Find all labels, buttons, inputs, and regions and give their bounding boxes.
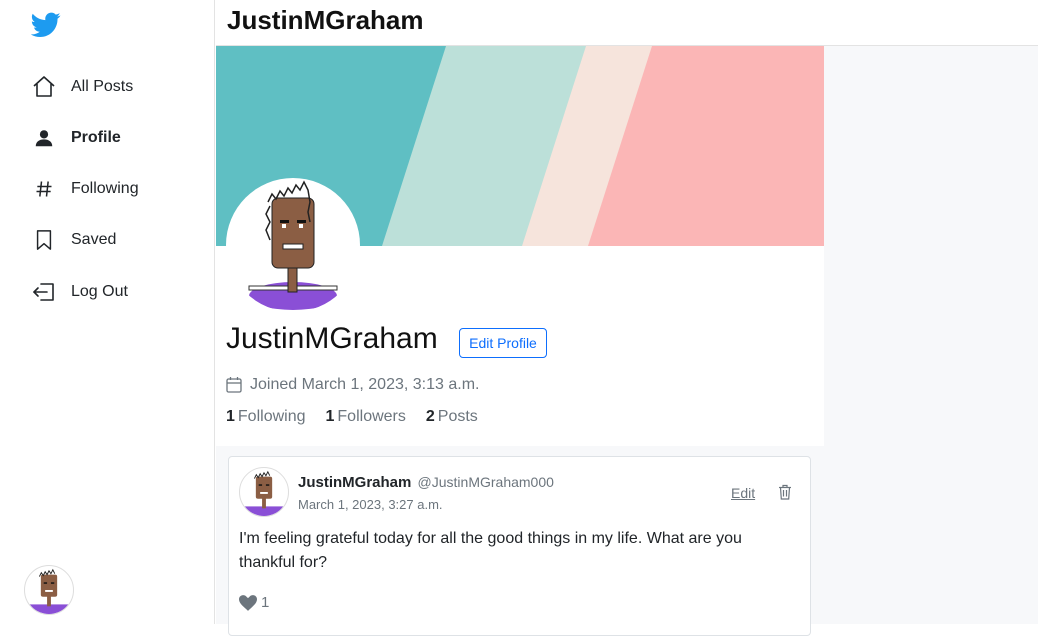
heart-icon bbox=[239, 594, 257, 611]
post-timestamp: March 1, 2023, 3:27 a.m. bbox=[298, 497, 443, 512]
sidebar-item-log-out[interactable]: Log Out bbox=[32, 277, 128, 307]
sidebar-item-label: Following bbox=[71, 180, 139, 197]
twitter-bird-icon[interactable] bbox=[31, 12, 61, 38]
sidebar-item-label: Log Out bbox=[71, 283, 128, 300]
followers-label: Followers bbox=[337, 408, 406, 425]
bookmark-icon bbox=[32, 228, 56, 252]
sidebar-item-all-posts[interactable]: All Posts bbox=[32, 72, 133, 102]
joined-text: Joined March 1, 2023, 3:13 a.m. bbox=[250, 376, 480, 393]
edit-profile-button[interactable]: Edit Profile bbox=[459, 328, 547, 358]
profile-avatar bbox=[226, 178, 360, 312]
followers-count: 1 bbox=[325, 408, 335, 425]
following-count: 1 bbox=[226, 408, 235, 425]
posts-count-link[interactable]: 2 Posts bbox=[426, 408, 478, 426]
post-author-handle: @JustinMGraham000 bbox=[417, 474, 554, 490]
post-body: I'm feeling grateful today for all the g… bbox=[239, 530, 742, 571]
following-count-link[interactable]: 1 Following bbox=[226, 408, 306, 426]
avatar-image bbox=[25, 568, 73, 614]
post-author-line: JustinMGraham @JustinMGraham000 bbox=[298, 474, 554, 491]
page-title: JustinMGraham bbox=[227, 5, 424, 35]
logout-icon bbox=[32, 280, 56, 304]
person-icon bbox=[32, 126, 56, 150]
edit-post-link[interactable]: Edit bbox=[731, 485, 755, 501]
sidebar-item-saved[interactable]: Saved bbox=[32, 225, 116, 255]
avatar-image bbox=[240, 470, 288, 516]
hash-icon bbox=[32, 177, 56, 201]
followers-count-link[interactable]: 1 Followers bbox=[326, 408, 406, 426]
profile-stats: 1 Following 1 Followers 2 Posts bbox=[226, 408, 498, 426]
sidebar-item-following[interactable]: Following bbox=[32, 174, 139, 204]
sidebar: All Posts Profile Following Saved Log Ou… bbox=[0, 0, 215, 624]
like-count: 1 bbox=[261, 594, 270, 611]
calendar-icon bbox=[226, 377, 242, 393]
trash-icon[interactable] bbox=[778, 484, 792, 500]
home-icon bbox=[32, 75, 56, 99]
profile-name: JustinMGraham bbox=[226, 322, 438, 355]
avatar-image bbox=[248, 180, 338, 310]
post-author-name[interactable]: JustinMGraham bbox=[298, 474, 411, 491]
posts-label: Posts bbox=[437, 408, 478, 425]
sidebar-item-label: Profile bbox=[71, 129, 121, 146]
joined-date: Joined March 1, 2023, 3:13 a.m. bbox=[226, 376, 479, 394]
post-card: JustinMGraham @JustinMGraham000 March 1,… bbox=[228, 456, 811, 636]
following-label: Following bbox=[237, 408, 306, 425]
like-button[interactable]: 1 bbox=[239, 594, 269, 611]
right-panel bbox=[824, 46, 1038, 624]
post-author-avatar[interactable] bbox=[239, 467, 289, 517]
user-avatar[interactable] bbox=[24, 565, 74, 615]
sidebar-item-label: Saved bbox=[71, 231, 117, 248]
page-header: JustinMGraham bbox=[216, 0, 1038, 46]
posts-count: 2 bbox=[425, 408, 435, 425]
sidebar-item-label: All Posts bbox=[71, 78, 134, 95]
sidebar-item-profile[interactable]: Profile bbox=[32, 123, 121, 153]
